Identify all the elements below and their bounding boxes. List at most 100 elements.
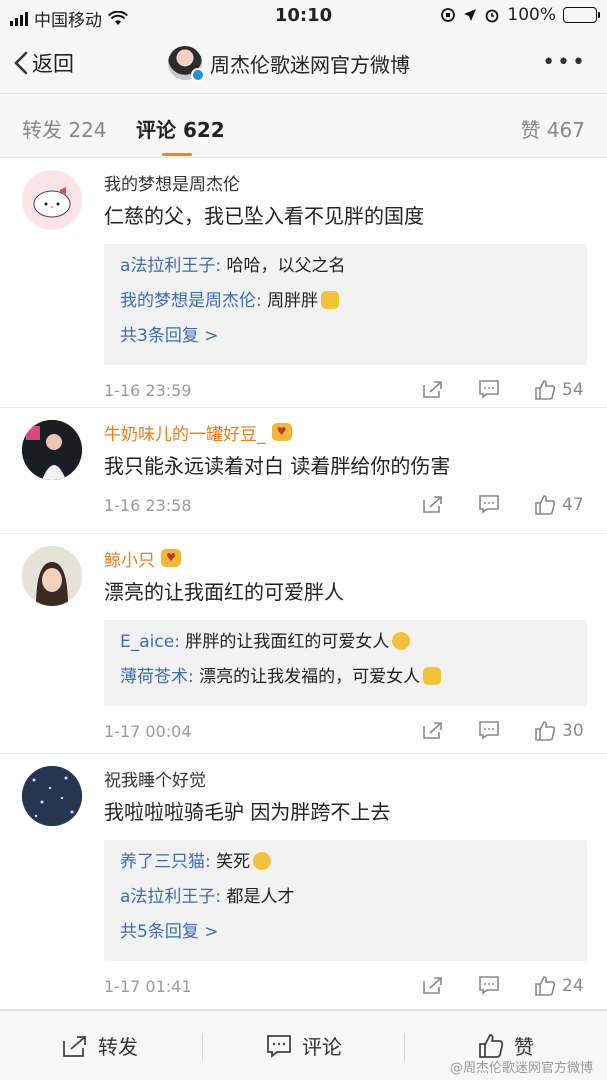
reply-box[interactable]: a法拉利王子: 哈哈，以父之名 我的梦想是周杰伦: 周胖胖 共3条回复 > (104, 244, 587, 365)
comment-time: 1-16 23:59 (104, 381, 192, 400)
thumbs-up-icon (535, 976, 556, 996)
comment-footer: 1-17 01:41 24 (104, 961, 587, 1011)
like-button[interactable]: 24 (534, 975, 584, 997)
reply-box[interactable]: 养了三只猫: 笑死 a法拉利王子: 都是人才 共5条回复 > (104, 840, 587, 961)
tab-likes[interactable]: 赞 467 (520, 114, 585, 143)
share-button[interactable] (422, 494, 444, 514)
tab-bar: 转发 224 评论 622 赞 467 (0, 94, 607, 158)
bottom-toolbar: 转发 评论 赞 @周杰伦歌迷网官方微博 (0, 1010, 607, 1080)
laughing-emoji-icon (253, 852, 272, 870)
reply-item: 我的梦想是周杰伦: 周胖胖 (120, 289, 571, 313)
toolbar-divider (404, 1033, 405, 1061)
navigation-bar: 返回 周杰伦歌迷网官方微博 ••• (0, 34, 607, 94)
tab-reposts[interactable]: 转发 224 (22, 114, 107, 143)
comment-button[interactable]: 评论 (266, 1031, 342, 1060)
battery-icon (563, 7, 600, 23)
thumbs-up-icon (535, 380, 556, 400)
thumbs-up-icon (535, 495, 556, 515)
reply-text: 笑死 (210, 852, 251, 872)
comment-icon (267, 1034, 291, 1058)
comment-item: 牛奶味儿的一罐好豆_ ♥ 我只能永远读着对白 读着胖给你的伤害 1-16 23:5… (0, 408, 607, 534)
share-icon (423, 381, 442, 398)
like-button[interactable]: 30 (534, 720, 584, 742)
hello-kitty-avatar-icon (33, 187, 71, 218)
share-icon (63, 1035, 86, 1057)
repost-label: 转发 (98, 1035, 138, 1059)
thumbs-up-icon (479, 1033, 504, 1058)
reply-author[interactable]: 薄荷苍术: (120, 667, 194, 687)
reply-author[interactable]: E_aice: (120, 632, 180, 652)
commenter-name[interactable]: 我的梦想是周杰伦 (104, 170, 587, 195)
reply-author[interactable]: 我的梦想是周杰伦: (120, 291, 262, 311)
back-button[interactable]: 返回 (14, 48, 74, 78)
share-button[interactable] (422, 720, 444, 740)
nav-title[interactable]: 周杰伦歌迷网官方微博 (168, 46, 410, 82)
avatar[interactable] (22, 546, 82, 606)
user-photo-icon (22, 420, 82, 480)
smirk-emoji-icon (392, 632, 411, 650)
comment-item: 鲸小只 ♥ 漂亮的让我面红的可爱胖人 E_aice: 胖胖的让我面红的可爱女人 薄… (0, 534, 607, 754)
reply-button[interactable] (478, 720, 500, 740)
comment-icon (479, 380, 499, 399)
like-count: 47 (562, 495, 584, 515)
toolbar-divider (202, 1033, 203, 1061)
like-button[interactable]: 54 (534, 379, 584, 401)
share-icon (423, 496, 442, 513)
status-right: 100% (440, 5, 600, 25)
avatar[interactable] (22, 766, 82, 826)
comment-icon (479, 721, 499, 740)
commenter-name-text: 鲸小只 (104, 550, 155, 571)
like-count: 24 (562, 976, 584, 996)
comment-text: 我啦啦啦骑毛驴 因为胖跨不上去 (104, 800, 391, 824)
commenter-name[interactable]: 牛奶味儿的一罐好豆_ ♥ (104, 420, 587, 445)
avatar[interactable] (22, 420, 82, 480)
reply-item: E_aice: 胖胖的让我面红的可爱女人 (120, 630, 571, 654)
comment-text: 我只能永远读着对白 读着胖给你的伤害 (104, 454, 451, 478)
comment-item: 我的梦想是周杰伦 仁慈的父，我已坠入看不见胖的国度 a法拉利王子: 哈哈，以父之… (0, 158, 607, 408)
reply-text: 哈哈，以父之名 (221, 256, 346, 276)
share-button[interactable] (422, 975, 444, 995)
reply-item: a法拉利王子: 都是人才 (120, 885, 571, 909)
comment-text: 仁慈的父，我已坠入看不见胖的国度 (104, 204, 424, 228)
comment-label: 评论 (302, 1035, 342, 1059)
reply-button[interactable] (478, 494, 500, 514)
battery-percent: 100% (507, 5, 556, 25)
commenter-name[interactable]: 祝我睡个好觉 (104, 766, 587, 791)
reply-box[interactable]: E_aice: 胖胖的让我面红的可爱女人 薄荷苍术: 漂亮的让我发福的，可爱女人 (104, 620, 587, 706)
commenter-name-text: 牛奶味儿的一罐好豆_ (104, 424, 266, 445)
comment-time: 1-17 00:04 (104, 722, 192, 741)
comment-footer: 1-17 00:04 30 (104, 706, 587, 756)
chevron-left-icon (14, 51, 28, 75)
like-label: 赞 (514, 1035, 534, 1059)
comment-icon (479, 976, 499, 995)
more-replies-link[interactable]: 共3条回复 > (120, 324, 571, 348)
account-name: 周杰伦歌迷网官方微博 (210, 52, 410, 77)
like-button[interactable]: 47 (534, 494, 584, 516)
share-button[interactable] (422, 379, 444, 399)
avatar[interactable] (22, 170, 82, 230)
cat-emoji-icon (423, 667, 442, 685)
reply-item: 薄荷苍术: 漂亮的让我发福的，可爱女人 (120, 665, 571, 689)
reply-author[interactable]: a法拉利王子: (120, 256, 221, 276)
reply-author[interactable]: a法拉利王子: (120, 887, 221, 907)
more-replies-link[interactable]: 共5条回复 > (120, 920, 571, 944)
like-post-button[interactable]: 赞 (478, 1031, 534, 1060)
reply-button[interactable] (478, 379, 500, 399)
reply-author[interactable]: 养了三只猫: (120, 852, 211, 872)
reply-button[interactable] (478, 975, 500, 995)
alarm-icon (485, 9, 499, 23)
comment-footer: 1-16 23:58 47 (104, 480, 587, 530)
like-count: 30 (562, 721, 584, 741)
cat-emoji-icon (321, 291, 340, 309)
reply-text: 周胖胖 (261, 291, 319, 311)
thumbs-up-icon (535, 721, 556, 741)
commenter-name[interactable]: 鲸小只 ♥ (104, 546, 587, 571)
status-bar: 中国移动 10:10 100% (0, 0, 607, 34)
more-icon: ••• (542, 50, 587, 75)
like-count: 54 (562, 380, 584, 400)
tab-comments[interactable]: 评论 622 (136, 114, 225, 143)
more-options-button[interactable]: ••• (542, 50, 587, 75)
back-label: 返回 (32, 52, 74, 76)
repost-button[interactable]: 转发 (62, 1031, 138, 1060)
active-tab-indicator (162, 153, 192, 156)
